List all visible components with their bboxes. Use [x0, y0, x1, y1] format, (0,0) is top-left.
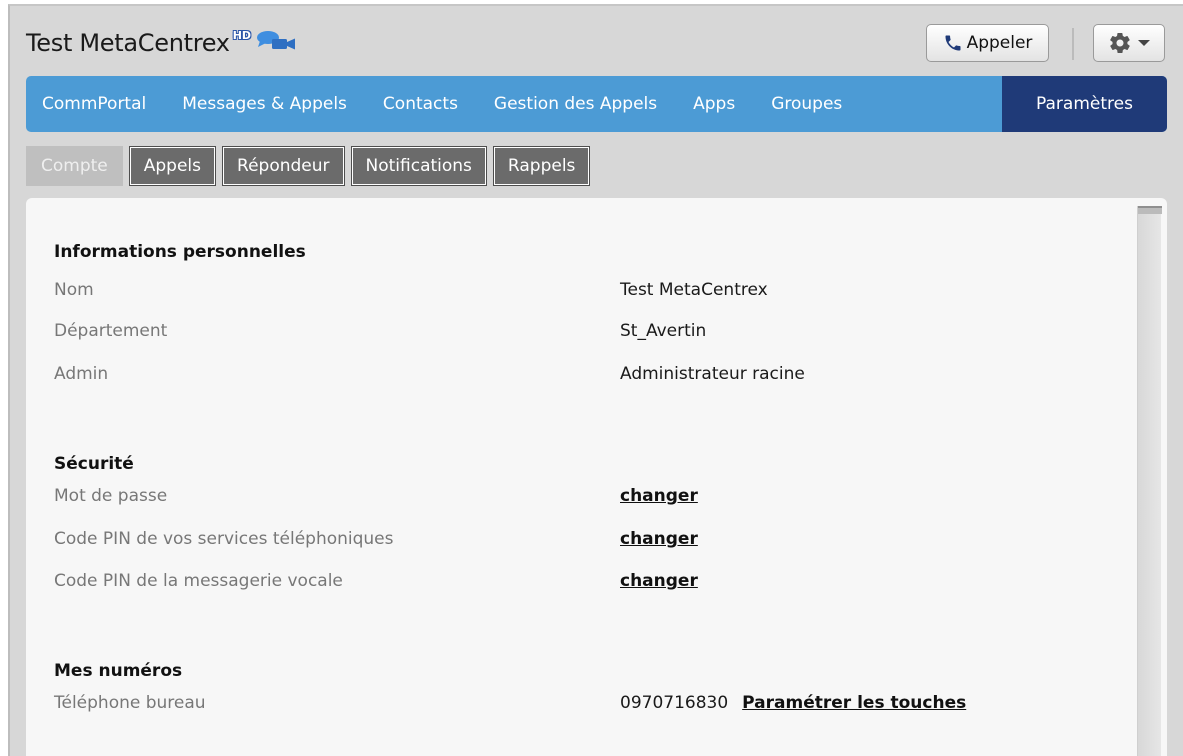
nav-item-commportal[interactable]: CommPortal: [26, 76, 164, 132]
tab-rappels[interactable]: Rappels: [492, 146, 591, 186]
info-row-department: Département St_Avertin: [54, 321, 1134, 345]
vertical-scrollbar[interactable]: [1137, 206, 1162, 756]
tab-repondeur[interactable]: Répondeur: [222, 146, 345, 186]
call-button[interactable]: Appeler: [926, 24, 1049, 62]
tab-appels[interactable]: Appels: [128, 146, 217, 186]
row-value: St_Avertin: [620, 321, 707, 341]
header: Test MetaCentrex HD Appeler: [10, 6, 1183, 74]
security-row-password: Mot de passe changer: [54, 486, 1134, 510]
nav-item-messages-appels[interactable]: Messages & Appels: [164, 76, 365, 132]
tab-notifications[interactable]: Notifications: [350, 146, 487, 186]
nav-item-groupes[interactable]: Groupes: [753, 76, 860, 132]
section-title-numbers: Mes numéros: [54, 661, 183, 681]
row-label: Téléphone bureau: [54, 693, 206, 713]
row-value: Administrateur racine: [620, 364, 805, 384]
row-label: Département: [54, 321, 168, 341]
scrollbar-thumb[interactable]: [1138, 206, 1162, 214]
section-title-personal: Informations personnelles: [54, 242, 306, 262]
row-label: Mot de passe: [54, 486, 168, 506]
header-divider: [1072, 28, 1074, 60]
phone-icon: [945, 35, 961, 51]
info-row-name: Nom Test MetaCentrex: [54, 280, 1134, 304]
row-label: Admin: [54, 364, 109, 384]
security-row-pin-voicemail: Code PIN de la messagerie vocale changer: [54, 571, 1134, 595]
nav-item-apps[interactable]: Apps: [675, 76, 753, 132]
call-button-label: Appeler: [966, 33, 1033, 53]
row-label: Code PIN de vos services téléphoniques: [54, 529, 394, 549]
app-window: Test MetaCentrex HD Appeler CommPortal M…: [8, 4, 1183, 756]
app-title: Test MetaCentrex HD: [26, 28, 297, 58]
nav-item-contacts[interactable]: Contacts: [365, 76, 476, 132]
nav-item-gestion-appels[interactable]: Gestion des Appels: [476, 76, 675, 132]
security-row-pin-services: Code PIN de vos services téléphoniques c…: [54, 529, 1134, 553]
tab-compte[interactable]: Compte: [26, 146, 123, 186]
number-row-office: Téléphone bureau 0970716830 Paramétrer le…: [54, 693, 1134, 717]
account-name: Test MetaCentrex: [26, 29, 230, 57]
row-label: Code PIN de la messagerie vocale: [54, 571, 343, 591]
configure-keys-link[interactable]: Paramétrer les touches: [742, 693, 966, 713]
settings-subtabs: Compte Appels Répondeur Notifications Ra…: [26, 146, 596, 188]
row-label: Nom: [54, 280, 94, 300]
settings-menu-button[interactable]: [1093, 24, 1165, 62]
info-row-admin: Admin Administrateur racine: [54, 364, 1134, 388]
gear-icon: [1110, 33, 1130, 53]
hd-badge: HD: [232, 29, 252, 42]
nav-item-parametres[interactable]: Paramètres: [1002, 76, 1167, 132]
chevron-down-icon: [1138, 40, 1150, 46]
row-value: Test MetaCentrex: [620, 280, 768, 300]
change-service-pin-link[interactable]: changer: [620, 529, 698, 549]
change-voicemail-pin-link[interactable]: changer: [620, 571, 698, 591]
account-panel: Informations personnelles Nom Test MetaC…: [26, 198, 1167, 756]
video-chat-icon: [257, 31, 296, 50]
section-title-security: Sécurité: [54, 454, 134, 474]
main-nav: CommPortal Messages & Appels Contacts Ge…: [26, 76, 1167, 132]
change-password-link[interactable]: changer: [620, 486, 698, 506]
office-phone-number: 0970716830: [620, 693, 729, 713]
